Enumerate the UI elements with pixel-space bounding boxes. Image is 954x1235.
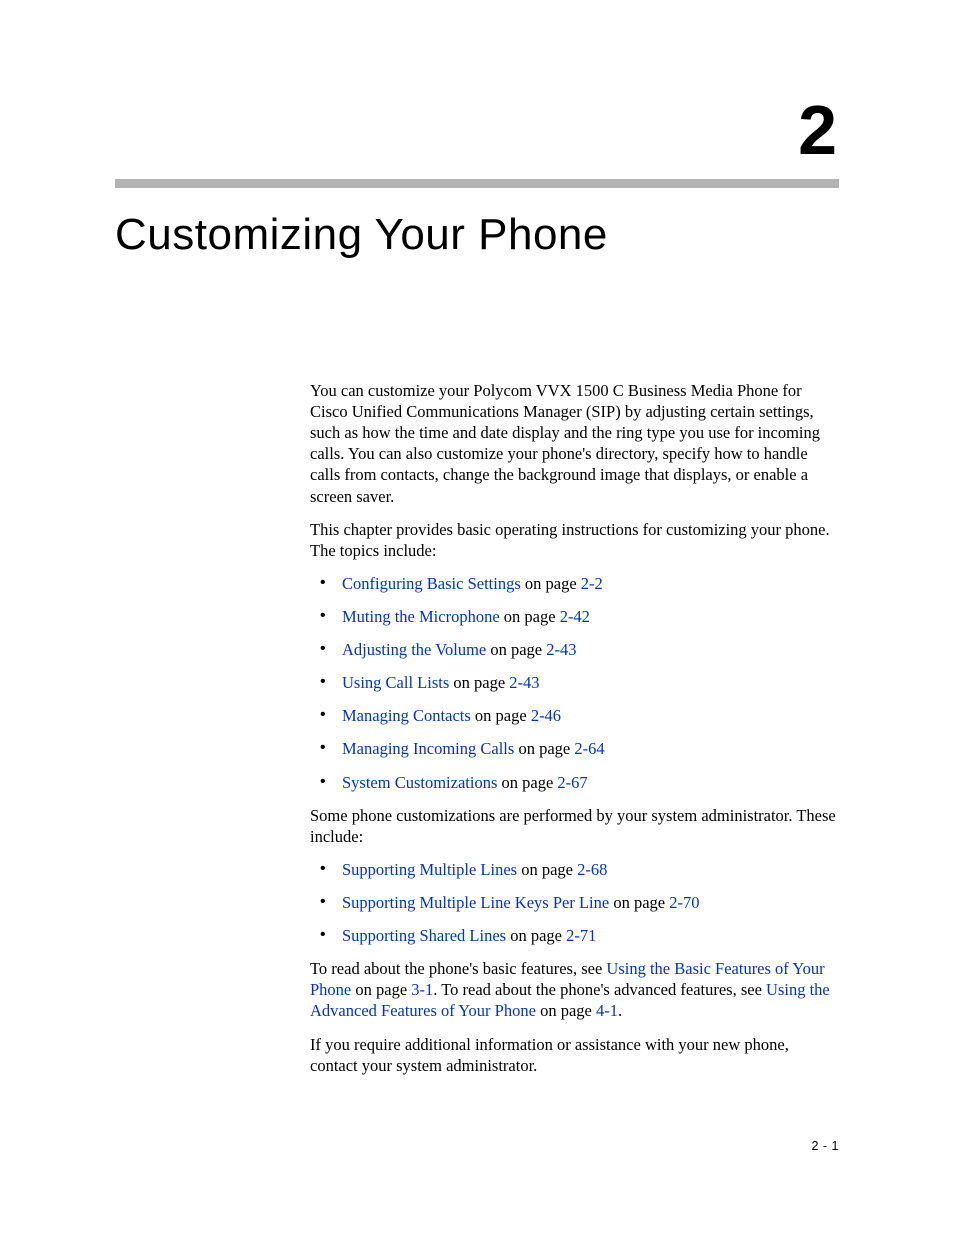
chapter-number: 2 [115, 95, 839, 165]
document-page: 2 Customizing Your Phone You can customi… [0, 0, 954, 1235]
page-ref-link[interactable]: 2-46 [531, 706, 561, 725]
list-item-text: on page [506, 926, 566, 945]
list-item-text: on page [486, 640, 546, 659]
topics-list-secondary: Supporting Multiple Lines on page 2-68 S… [310, 859, 839, 946]
page-ref-link[interactable]: 2-43 [509, 673, 539, 692]
chapter-title: Customizing Your Phone [115, 210, 839, 260]
list-item-text: on page [517, 860, 577, 879]
text-run: on page [351, 980, 411, 999]
page-ref-link[interactable]: 2-68 [577, 860, 607, 879]
text-run: on page [536, 1001, 596, 1020]
topic-link[interactable]: Adjusting the Volume [342, 640, 486, 659]
list-item-text: on page [449, 673, 509, 692]
list-item: Adjusting the Volume on page 2-43 [314, 639, 839, 660]
list-item-text: on page [609, 893, 669, 912]
list-item-text: on page [500, 607, 560, 626]
topics-lead-paragraph: This chapter provides basic operating in… [310, 519, 839, 561]
closing-paragraph: To read about the phone's basic features… [310, 958, 839, 1021]
text-run: To read about the phone's basic features… [310, 959, 606, 978]
list-item: System Customizations on page 2-67 [314, 772, 839, 793]
topic-link[interactable]: System Customizations [342, 773, 497, 792]
list-item: Supporting Multiple Lines on page 2-68 [314, 859, 839, 880]
list-item: Muting the Microphone on page 2-42 [314, 606, 839, 627]
page-ref-link[interactable]: 3-1 [411, 980, 433, 999]
list-item-text: on page [497, 773, 557, 792]
topic-link[interactable]: Configuring Basic Settings [342, 574, 521, 593]
page-ref-link[interactable]: 2-43 [546, 640, 576, 659]
page-ref-link[interactable]: 2-71 [566, 926, 596, 945]
intro-paragraph: You can customize your Polycom VVX 1500 … [310, 380, 839, 507]
chapter-separator [115, 179, 839, 188]
topic-link[interactable]: Managing Contacts [342, 706, 471, 725]
list-item: Supporting Multiple Line Keys Per Line o… [314, 892, 839, 913]
topics-list-primary: Configuring Basic Settings on page 2-2 M… [310, 573, 839, 793]
text-run: . [618, 1001, 622, 1020]
topic-link[interactable]: Supporting Multiple Lines [342, 860, 517, 879]
list-item: Using Call Lists on page 2-43 [314, 672, 839, 693]
page-ref-link[interactable]: 4-1 [596, 1001, 618, 1020]
topic-link[interactable]: Managing Incoming Calls [342, 739, 514, 758]
body-content: You can customize your Polycom VVX 1500 … [310, 380, 839, 1076]
text-run: . To read about the phone's advanced fea… [433, 980, 766, 999]
mid-paragraph: Some phone customizations are performed … [310, 805, 839, 847]
final-paragraph: If you require additional information or… [310, 1034, 839, 1076]
list-item-text: on page [471, 706, 531, 725]
topic-link[interactable]: Using Call Lists [342, 673, 449, 692]
topic-link[interactable]: Supporting Multiple Line Keys Per Line [342, 893, 609, 912]
list-item: Supporting Shared Lines on page 2-71 [314, 925, 839, 946]
topic-link[interactable]: Supporting Shared Lines [342, 926, 506, 945]
list-item: Managing Incoming Calls on page 2-64 [314, 738, 839, 759]
page-ref-link[interactable]: 2-70 [669, 893, 699, 912]
list-item-text: on page [514, 739, 574, 758]
page-number: 2 - 1 [811, 1139, 839, 1153]
page-ref-link[interactable]: 2-67 [557, 773, 587, 792]
list-item: Configuring Basic Settings on page 2-2 [314, 573, 839, 594]
topic-link[interactable]: Muting the Microphone [342, 607, 500, 626]
page-ref-link[interactable]: 2-64 [574, 739, 604, 758]
page-ref-link[interactable]: 2-2 [581, 574, 603, 593]
page-ref-link[interactable]: 2-42 [560, 607, 590, 626]
list-item: Managing Contacts on page 2-46 [314, 705, 839, 726]
list-item-text: on page [521, 574, 581, 593]
